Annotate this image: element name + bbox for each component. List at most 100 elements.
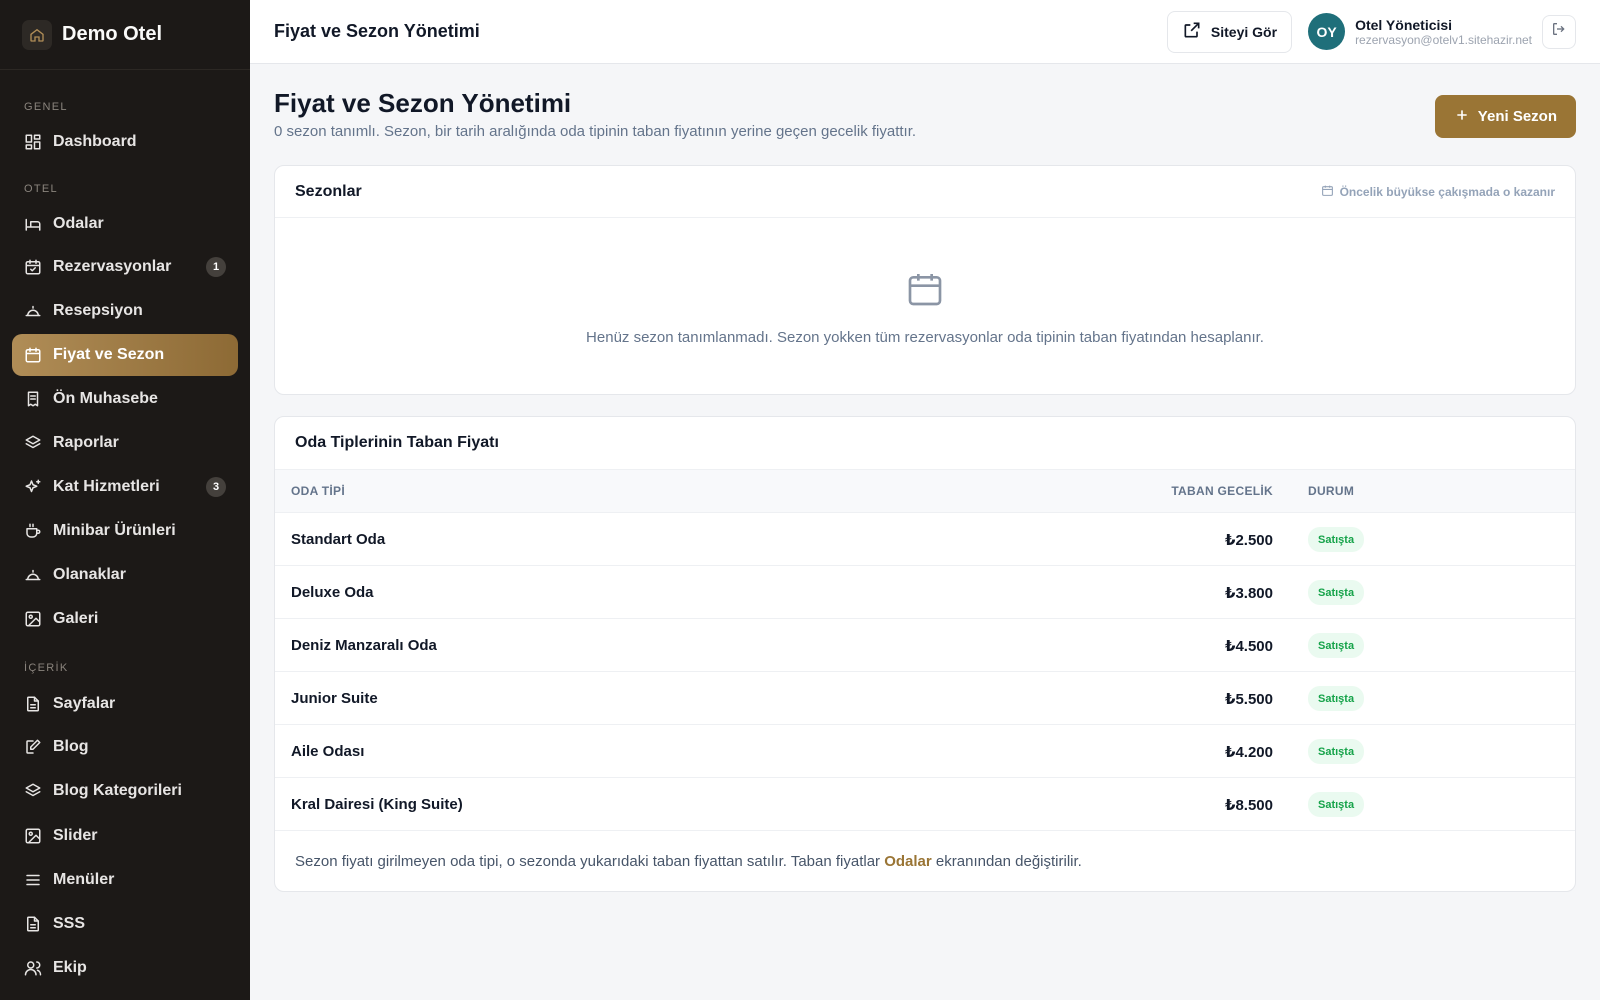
table-row[interactable]: Standart Oda ₺2.500 Satışta xyxy=(275,513,1575,566)
table-row[interactable]: Kral Dairesi (King Suite) ₺8.500 Satışta xyxy=(275,778,1575,831)
rooms-link[interactable]: Odalar xyxy=(884,853,932,870)
new-season-button[interactable]: Yeni Sezon xyxy=(1434,95,1576,138)
sidebar-item-blog[interactable]: Blog xyxy=(12,726,238,768)
base-prices-card: Oda Tiplerinin Taban Fiyatı ODA TİPİ TAB… xyxy=(274,416,1576,892)
sidebar-item-odalar[interactable]: Odalar xyxy=(12,203,238,245)
page-subtitle: 0 sezon tanımlı. Sezon, bir tarih aralığ… xyxy=(274,123,917,140)
base-price: ₺4.200 xyxy=(1225,744,1273,761)
layers-icon xyxy=(24,782,42,800)
sidebar-item-label: Slider xyxy=(53,827,98,844)
sidebar-item-ekip[interactable]: Ekip xyxy=(12,947,238,989)
table-row[interactable]: Aile Odası ₺4.200 Satışta xyxy=(275,725,1575,778)
table-row[interactable]: Junior Suite ₺5.500 Satışta xyxy=(275,672,1575,725)
sidebar-item-dashboard[interactable]: Dashboard xyxy=(12,121,238,163)
sidebar: Demo Otel GENEL OTEL İÇERİK Dashboard Oda… xyxy=(0,0,250,1000)
room-type-name: Aile Odası xyxy=(291,743,365,760)
seasons-empty-state: Henüz sezon tanımlanmadı. Sezon yokken t… xyxy=(275,218,1575,346)
sidebar-item-label: Blog xyxy=(53,738,89,755)
sidebar-item-rezervasyonlar[interactable]: Rezervasyonlar 1 xyxy=(12,246,238,288)
seasons-card: Sezonlar Öncelik büyükse çakışmada o kaz… xyxy=(274,165,1576,395)
count-badge: 3 xyxy=(206,477,226,497)
topbar-title: Fiyat ve Sezon Yönetimi xyxy=(274,21,480,41)
new-season-label: Yeni Sezon xyxy=(1477,108,1557,125)
sidebar-item-olanaklar[interactable]: Olanaklar xyxy=(12,554,238,596)
table-row[interactable]: Deniz Manzaralı Oda ₺4.500 Satışta xyxy=(275,619,1575,672)
section-genel: GENEL xyxy=(24,101,68,113)
image-icon xyxy=(24,827,42,845)
sidebar-item-label: Ön Muhasebe xyxy=(53,390,158,407)
column-base-price: TABAN GECELİK xyxy=(1171,484,1273,498)
sidebar-item-resepsiyon[interactable]: Resepsiyon xyxy=(12,290,238,332)
status-badge: Satışta xyxy=(1308,580,1365,605)
menu-icon xyxy=(24,871,42,889)
sidebar-item-label: Raporlar xyxy=(53,434,119,451)
sparkles-icon xyxy=(24,478,42,496)
coffee-icon xyxy=(24,522,42,540)
sidebar-item-slider[interactable]: Slider xyxy=(12,815,238,857)
sidebar-item-galeri[interactable]: Galeri xyxy=(12,598,238,640)
page-title: Fiyat ve Sezon Yönetimi xyxy=(274,88,572,118)
view-site-button[interactable]: Siteyi Gör xyxy=(1166,10,1293,53)
sidebar-item-label: Blog Kategorileri xyxy=(53,782,182,799)
calendar-icon xyxy=(24,346,42,364)
seasons-card-header: Sezonlar Öncelik büyükse çakışmada o kaz… xyxy=(275,166,1575,218)
sidebar-item-label: Minibar Ürünleri xyxy=(53,522,176,539)
edit-icon xyxy=(24,738,42,756)
brand[interactable]: Demo Otel xyxy=(0,0,250,70)
sidebar-item-label: Olanaklar xyxy=(53,566,126,583)
sidebar-item-kat-hizmetleri[interactable]: Kat Hizmetleri 3 xyxy=(12,466,238,508)
sidebar-item-raporlar[interactable]: Raporlar xyxy=(12,422,238,464)
sidebar-item-label: Resepsiyon xyxy=(53,302,143,319)
calendar-icon xyxy=(905,268,945,315)
brand-name: Demo Otel xyxy=(62,23,163,45)
sidebar-item-label: Kat Hizmetleri xyxy=(53,478,160,495)
sidebar-item-sayfalar[interactable]: Sayfalar xyxy=(12,683,238,725)
receipt-icon xyxy=(24,390,42,408)
status-badge: Satışta xyxy=(1308,792,1365,817)
user-name: Otel Yöneticisi xyxy=(1355,16,1453,33)
sidebar-item-fiyat-ve-sezon[interactable]: Fiyat ve Sezon xyxy=(12,334,238,376)
room-type-name: Deluxe Oda xyxy=(291,584,374,601)
page-header: Fiyat ve Sezon Yönetimi 0 sezon tanımlı.… xyxy=(274,64,1576,164)
file-icon xyxy=(24,695,42,713)
base-prices-title: Oda Tiplerinin Taban Fiyatı xyxy=(295,434,499,451)
table-row[interactable]: Deluxe Oda ₺3.800 Satışta xyxy=(275,566,1575,619)
image-icon xyxy=(24,610,42,628)
bell-icon xyxy=(24,302,42,320)
topbar: Fiyat ve Sezon Yönetimi Siteyi Gör OY Ot… xyxy=(250,0,1600,64)
logout-button[interactable] xyxy=(1542,14,1576,49)
column-room-type: ODA TİPİ xyxy=(291,484,345,498)
sidebar-item-label: Ekip xyxy=(53,959,87,976)
sidebar-item-label: Galeri xyxy=(53,610,99,627)
status-badge: Satışta xyxy=(1308,739,1365,764)
seasons-title: Sezonlar xyxy=(295,182,362,200)
sidebar-item-label: Odalar xyxy=(53,215,104,232)
sidebar-item-minibar-ürünleri[interactable]: Minibar Ürünleri xyxy=(12,510,238,552)
column-status: DURUM xyxy=(1308,484,1355,498)
section-icerik: İÇERİK xyxy=(24,662,69,674)
home-icon xyxy=(22,19,52,50)
status-badge: Satışta xyxy=(1308,527,1365,552)
base-price: ₺4.500 xyxy=(1225,638,1273,655)
sidebar-item-menüler[interactable]: Menüler xyxy=(12,859,238,901)
sidebar-item-blog-kategorileri[interactable]: Blog Kategorileri xyxy=(12,770,238,812)
users-icon xyxy=(24,959,42,977)
empty-state-text: Henüz sezon tanımlanmadı. Sezon yokken t… xyxy=(586,329,1264,346)
count-badge: 1 xyxy=(206,257,226,277)
bell-icon xyxy=(24,566,42,584)
footnote-text-end: ekranından değiştirilir. xyxy=(931,853,1082,870)
main-content: Fiyat ve Sezon Yönetimi 0 sezon tanımlı.… xyxy=(274,64,1576,892)
priority-hint: Öncelik büyükse çakışmada o kazanır xyxy=(1321,184,1555,200)
dashboard-icon xyxy=(24,133,42,151)
sidebar-item-sss[interactable]: SSS xyxy=(12,903,238,945)
file-icon xyxy=(24,915,42,933)
logout-icon xyxy=(1551,21,1567,42)
room-type-name: Junior Suite xyxy=(291,690,378,707)
priority-hint-text: Öncelik büyükse çakışmada o kazanır xyxy=(1339,184,1555,199)
layers-icon xyxy=(24,434,42,452)
user-email: rezervasyon@otelv1.sitehazir.net xyxy=(1355,32,1532,47)
sidebar-item-ön-muhasebe[interactable]: Ön Muhasebe xyxy=(12,378,238,420)
avatar[interactable]: OY xyxy=(1308,13,1346,50)
table-header: ODA TİPİ TABAN GECELİK DURUM xyxy=(275,469,1575,513)
view-site-label: Siteyi Gör xyxy=(1210,23,1278,40)
